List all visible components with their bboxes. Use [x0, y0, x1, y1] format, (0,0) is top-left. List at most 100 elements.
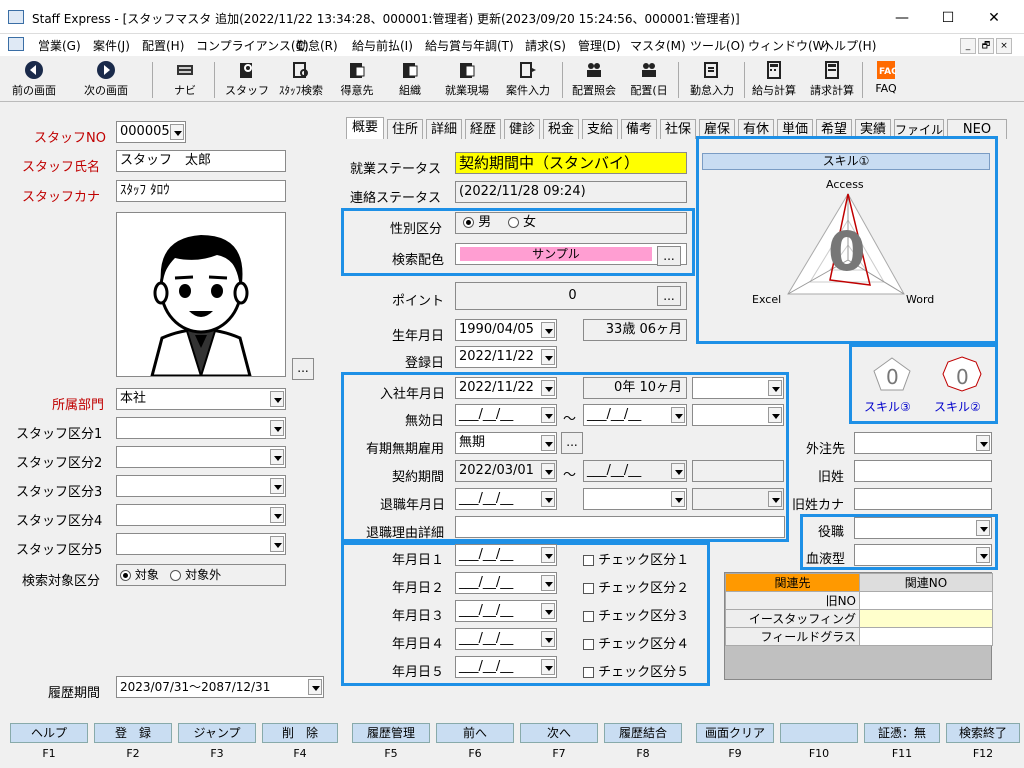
back-button[interactable]: 前の画面	[4, 56, 64, 102]
faq-button[interactable]: FAQ FAQ	[866, 56, 906, 102]
staff-kubun4-select[interactable]	[116, 504, 286, 526]
f12-button[interactable]: 検索終了 F12	[946, 723, 1020, 763]
staff-kubun5-select[interactable]	[116, 533, 286, 555]
radio-non-target[interactable]	[170, 570, 182, 581]
radio-female[interactable]	[507, 217, 519, 228]
placement-day-button[interactable]: 配置(日	[624, 56, 674, 102]
radio-male[interactable]	[463, 217, 475, 228]
placement-inquiry-button[interactable]: 配置照会	[568, 56, 620, 102]
organization-button[interactable]: 組織	[388, 56, 432, 102]
check3[interactable]: チェック区分３	[583, 605, 689, 624]
join-date-select[interactable]: 2022/11/22	[455, 377, 557, 399]
menu-advance[interactable]: 給与前払(I)	[352, 37, 413, 54]
f3-button[interactable]: ジャンプ F3	[178, 723, 256, 763]
checkbox[interactable]	[583, 639, 594, 650]
outsource-select[interactable]	[854, 432, 992, 454]
menu-window[interactable]: ウィンドウ(W)	[748, 37, 829, 54]
menu-sales[interactable]: 営業(G)	[38, 37, 81, 54]
term-button[interactable]: ...	[561, 432, 583, 454]
menu-help[interactable]: ヘルプ(H)	[822, 37, 876, 54]
menu-attendance[interactable]: 勤怠(R)	[296, 37, 338, 54]
f2-button[interactable]: 登 録 F2	[94, 723, 172, 763]
reg-date-select[interactable]: 2022/11/22	[455, 346, 557, 368]
tab-payment[interactable]: 支給	[582, 119, 618, 139]
f5-button[interactable]: 履歴管理 F5	[352, 723, 430, 763]
tab-detail[interactable]: 詳細	[426, 119, 462, 139]
f6-button[interactable]: 前へ F6	[436, 723, 514, 763]
mdi-minimize-button[interactable]: _	[960, 38, 976, 54]
mdi-restore-button[interactable]: 🗗	[978, 38, 994, 54]
join-extra-select[interactable]	[692, 377, 784, 399]
retire-date-select[interactable]: ___/__/__	[455, 488, 557, 510]
f10-button[interactable]: F10	[780, 723, 858, 763]
menu-case[interactable]: 案件(J)	[93, 37, 130, 54]
checkbox[interactable]	[583, 583, 594, 594]
contract-from[interactable]: 2022/03/01	[455, 460, 557, 482]
blood-select[interactable]	[854, 544, 992, 566]
payroll-calc-button[interactable]: 給与計算	[748, 56, 800, 102]
menu-payroll[interactable]: 給与賞与年調(T)	[425, 37, 514, 54]
date5-select[interactable]: ___/__/__	[455, 656, 557, 678]
staff-button[interactable]: スタッフ	[222, 56, 272, 102]
f9-button[interactable]: 画面クリア F9	[696, 723, 774, 763]
menu-compliance[interactable]: コンプライアンス(C)	[196, 37, 309, 54]
menu-placement[interactable]: 配置(H)	[142, 37, 184, 54]
date4-select[interactable]: ___/__/__	[455, 628, 557, 650]
checkbox[interactable]	[583, 611, 594, 622]
minimize-button[interactable]: —	[882, 6, 922, 30]
radio-target[interactable]	[120, 570, 131, 581]
history-period-select[interactable]: 2023/07/31～2087/12/31	[116, 676, 324, 698]
menu-billing[interactable]: 請求(S)	[525, 37, 566, 54]
f4-button[interactable]: 削 除 F4	[262, 723, 338, 763]
staff-kana-input[interactable]: ｽﾀｯﾌ ﾀﾛｳ	[116, 180, 286, 202]
staff-kubun1-select[interactable]	[116, 417, 286, 439]
term-select[interactable]: 無期	[455, 432, 557, 454]
staff-name-input[interactable]: スタッフ 太郎	[116, 150, 286, 172]
navi-button[interactable]: ナビ	[160, 56, 210, 102]
tab-career[interactable]: 経歴	[465, 119, 501, 139]
check2[interactable]: チェック区分２	[583, 577, 689, 596]
staff-kubun3-select[interactable]	[116, 475, 286, 497]
f1-button[interactable]: ヘルプ F1	[10, 723, 88, 763]
forward-button[interactable]: 次の画面	[74, 56, 138, 102]
date2-select[interactable]: ___/__/__	[455, 572, 557, 594]
photo-browse-button[interactable]: ...	[292, 358, 314, 380]
tab-social-ins[interactable]: 社保	[660, 119, 696, 139]
menu-admin[interactable]: 管理(D)	[578, 37, 621, 54]
post-select[interactable]	[854, 517, 992, 539]
f8-button[interactable]: 履歴結合 F8	[604, 723, 682, 763]
old-name-input[interactable]	[854, 460, 992, 482]
tab-health[interactable]: 健診	[504, 119, 540, 139]
related-row-value[interactable]	[859, 591, 993, 610]
invalid-date-from[interactable]: ___/__/__	[455, 404, 557, 426]
invalid-extra-select[interactable]	[692, 404, 784, 426]
point-button[interactable]: ...	[657, 286, 681, 306]
date1-select[interactable]: ___/__/__	[455, 544, 557, 566]
date3-select[interactable]: ___/__/__	[455, 600, 557, 622]
maximize-button[interactable]: ☐	[928, 6, 968, 30]
invalid-date-to[interactable]: ___/__/__	[583, 404, 687, 426]
retire-reason-select[interactable]	[583, 488, 687, 510]
related-row-value[interactable]	[859, 609, 993, 628]
old-kana-input[interactable]	[854, 488, 992, 510]
f7-button[interactable]: 次へ F7	[520, 723, 598, 763]
check5[interactable]: チェック区分５	[583, 661, 689, 680]
dept-select[interactable]: 本社	[116, 388, 286, 410]
retire-reason-input[interactable]	[455, 516, 785, 538]
checkbox[interactable]	[583, 555, 594, 566]
tab-tax[interactable]: 税金	[543, 119, 579, 139]
birth-date-select[interactable]: 1990/04/05	[455, 319, 557, 341]
menu-master[interactable]: マスタ(M)	[630, 37, 686, 54]
mdi-close-button[interactable]: ×	[996, 38, 1012, 54]
search-color-button[interactable]: ...	[657, 246, 681, 266]
staff-search-button[interactable]: ｽﾀｯﾌ検索	[274, 56, 328, 102]
skill3-button[interactable]: 0 スキル③	[864, 354, 920, 418]
retire-extra-select[interactable]	[692, 488, 784, 510]
related-row-value[interactable]	[859, 627, 993, 646]
staff-no-select[interactable]: 000005	[116, 121, 186, 143]
check4[interactable]: チェック区分４	[583, 633, 689, 652]
tab-overview[interactable]: 概要	[346, 117, 384, 139]
checkbox[interactable]	[583, 667, 594, 678]
menu-tools[interactable]: ツール(O)	[690, 37, 745, 54]
tab-notes[interactable]: 備考	[621, 119, 657, 139]
